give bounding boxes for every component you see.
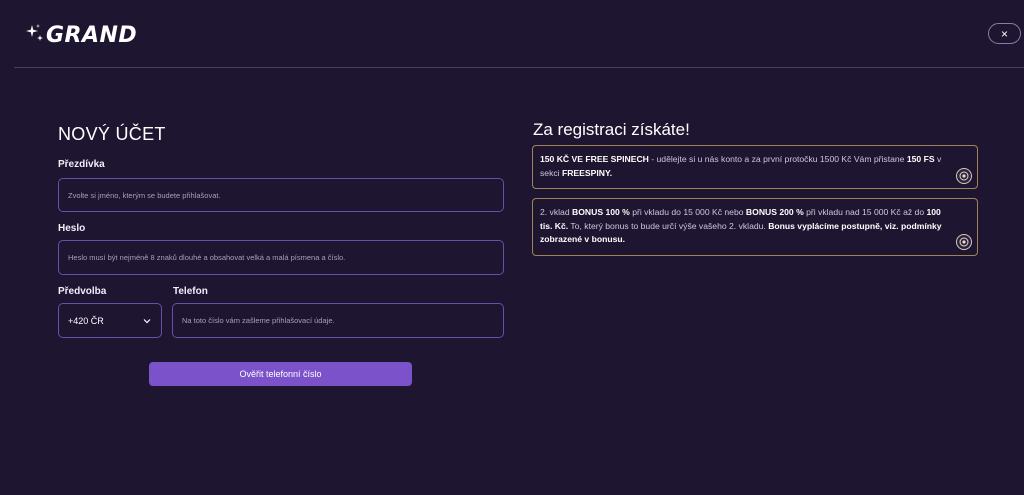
brand-logo[interactable]: GRAND [26,20,137,50]
bonus-card-freespins-headline: 150 KČ VE FREE SPINECH [540,154,649,164]
logo-text: GRAND [46,22,138,48]
bonus-card-deposit-text-3: při vkladu nad 15 000 Kč až do [803,207,927,217]
bonus-card-freespins-text: - udělejte si u nás konto a za první pro… [648,154,907,164]
phone-label: Telefon [173,286,208,297]
sparkle-icon [26,24,43,41]
registration-page: GRAND × NOVÝ ÚČET Přezdívka Zvolte si jm… [0,0,1024,495]
bonus-card-deposit: 2. vklad BONUS 100 % při vkladu do 15 00… [532,198,978,256]
bonus-title: Za registraci získáte! [533,120,690,139]
bonus-card-freespins: 150 KČ VE FREE SPINECH - udělejte si u n… [532,145,978,189]
prefix-label: Předvolba [58,286,107,297]
bonus-card-deposit-text-2: při vkladu do 15 000 Kč nebo [629,207,746,217]
close-button[interactable]: × [988,23,1021,44]
close-icon: × [1000,26,1008,41]
bonus-card-deposit-text-4: To, který bonus to bude určí výše vašeho… [568,220,769,231]
nickname-label: Přezdívka [58,159,105,170]
prefix-select[interactable]: +420 ČR [58,303,162,338]
password-input[interactable]: Heslo musí být nejméně 8 znaků dlouhé a … [58,240,504,275]
bonus-card-deposit-bonus-200: BONUS 200 % [745,207,804,217]
nickname-input[interactable]: Zvolte si jméno, kterým se budete přihla… [58,178,504,212]
prefix-value: +420 ČR [68,315,104,326]
poker-chip-icon[interactable] [956,234,972,250]
poker-chip-icon[interactable] [956,168,972,184]
header-divider [14,67,1024,68]
password-label: Heslo [58,223,86,234]
bonus-card-freespins-section: FREESPINY. [561,167,613,178]
bonus-card-freespins-amount: 150 FS [906,154,935,164]
verify-phone-button[interactable]: Ověřit telefonní číslo [149,362,412,386]
chevron-down-icon [143,318,151,323]
bonus-card-deposit-bonus-100: BONUS 100 % [572,207,630,217]
phone-input[interactable]: Na toto číslo vám zašleme přihlašovací ú… [172,303,504,338]
form-title: NOVÝ ÚČET [58,124,166,144]
bonus-card-deposit-text: 2. vklad [540,207,573,217]
